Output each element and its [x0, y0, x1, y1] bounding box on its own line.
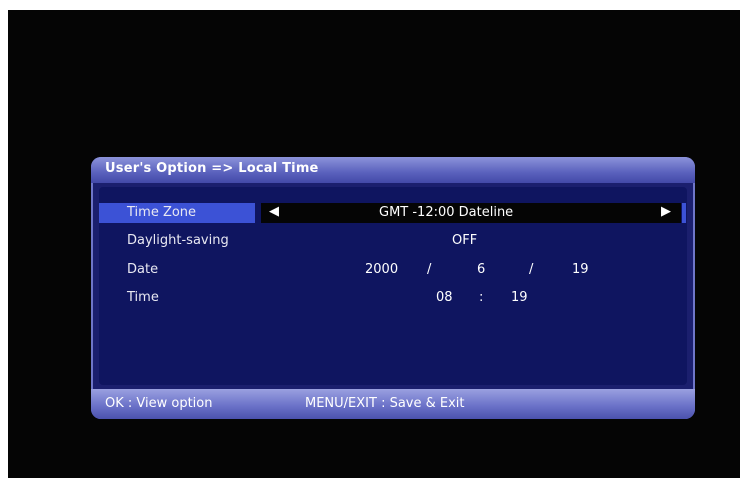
local-time-dialog: User's Option => Local Time Time Zone ◀ …	[91, 157, 695, 419]
row-time-zone[interactable]: Time Zone ◀ GMT -12:00 Dateline ▶	[99, 203, 687, 223]
dialog-title: User's Option => Local Time	[105, 161, 319, 176]
menu-exit-hint: MENU/EXIT : Save & Exit	[305, 396, 465, 411]
scroll-indicator	[682, 203, 686, 223]
row-date[interactable]: Date 2000 / 6 / 19	[99, 260, 687, 280]
row-daylight-saving[interactable]: Daylight-saving OFF	[99, 231, 687, 251]
tv-screen: User's Option => Local Time Time Zone ◀ …	[8, 10, 740, 478]
date-label: Date	[127, 262, 159, 277]
time-separator: :	[479, 290, 484, 305]
time-minute: 19	[511, 290, 528, 305]
left-arrow-icon[interactable]: ◀	[269, 204, 279, 219]
date-separator-2: /	[529, 262, 534, 277]
time-zone-value: GMT -12:00 Dateline	[379, 205, 514, 220]
date-year: 2000	[365, 262, 399, 277]
right-arrow-icon[interactable]: ▶	[661, 204, 671, 219]
date-day: 19	[572, 262, 589, 277]
time-hour: 08	[436, 290, 453, 305]
settings-panel: Time Zone ◀ GMT -12:00 Dateline ▶ Daylig…	[99, 187, 687, 385]
date-separator-1: /	[427, 262, 432, 277]
dialog-title-bar: User's Option => Local Time	[91, 157, 695, 183]
date-month: 6	[477, 262, 486, 277]
daylight-saving-value: OFF	[452, 233, 478, 248]
row-time[interactable]: Time 08 : 19	[99, 288, 687, 308]
ok-hint: OK : View option	[105, 396, 213, 411]
daylight-saving-label: Daylight-saving	[127, 233, 229, 248]
dialog-footer: OK : View option MENU/EXIT : Save & Exit	[91, 389, 695, 419]
time-label: Time	[127, 290, 159, 305]
time-zone-label: Time Zone	[127, 205, 197, 220]
